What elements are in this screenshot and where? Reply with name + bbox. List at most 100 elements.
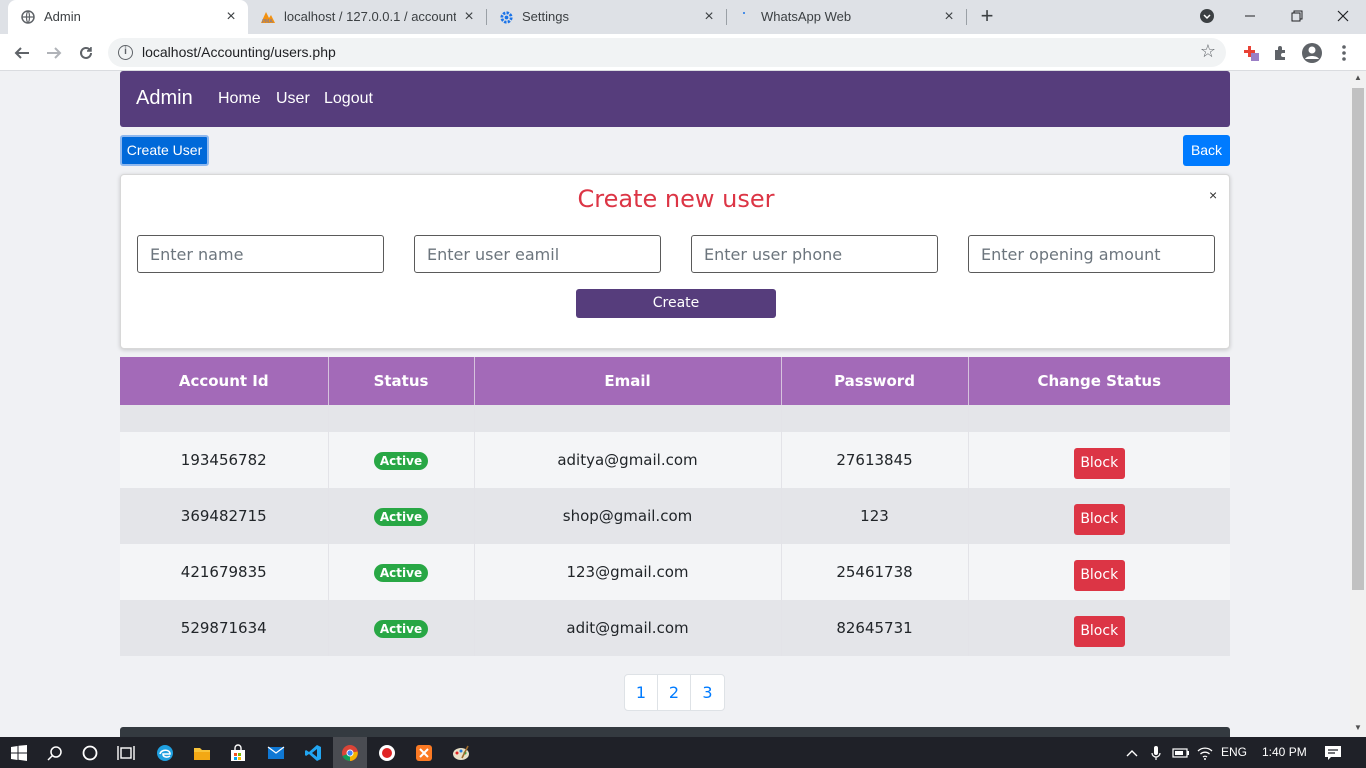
close-icon[interactable]: ×	[222, 8, 240, 26]
notifications-icon[interactable]	[1322, 742, 1344, 764]
tab-separator	[966, 9, 967, 25]
block-button[interactable]: Block	[1073, 447, 1125, 479]
windows-start-icon[interactable]	[8, 742, 30, 764]
password-cell: 82645731	[781, 600, 969, 656]
create-user-button[interactable]: Create User	[120, 135, 209, 166]
reload-icon[interactable]	[74, 41, 98, 65]
minimize-icon[interactable]	[1236, 4, 1264, 28]
paint-icon[interactable]	[450, 742, 472, 764]
scroll-up-arrow-icon[interactable]: ▲	[1354, 73, 1362, 82]
create-button[interactable]: Create	[576, 289, 776, 318]
table-header-row: Account Id Status Email Password Change …	[120, 357, 1230, 405]
email-cell: 123@gmail.com	[474, 544, 782, 600]
mail-icon[interactable]	[265, 742, 287, 764]
new-tab-button[interactable]: +	[976, 5, 998, 28]
tab-whatsapp[interactable]: WhatsApp Web ×	[726, 0, 966, 34]
close-icon[interactable]: ×	[700, 8, 718, 26]
password-cell: 123	[781, 488, 969, 544]
edge-browser-icon[interactable]	[154, 742, 176, 764]
nav-link-user[interactable]: User	[276, 90, 310, 108]
chevron-up-icon[interactable]	[1121, 742, 1143, 764]
status-badge: Active	[373, 619, 429, 638]
tab-settings[interactable]: Settings ×	[486, 0, 726, 34]
page-link-2[interactable]: 2	[658, 675, 691, 710]
puzzle-icon[interactable]	[1269, 42, 1291, 64]
scroll-down-arrow-icon[interactable]: ▼	[1354, 723, 1362, 732]
tab-search-icon[interactable]	[1193, 4, 1221, 28]
tab-title: Admin	[44, 9, 81, 24]
column-header-email: Email	[474, 357, 782, 405]
xampp-icon[interactable]	[413, 742, 435, 764]
close-window-icon[interactable]	[1329, 4, 1357, 28]
site-navbar: Admin Home User Logout	[120, 71, 1230, 127]
star-icon[interactable]: ☆	[1200, 41, 1216, 62]
close-icon[interactable]: ×	[1209, 187, 1217, 203]
profile-avatar-icon[interactable]	[1301, 42, 1323, 64]
status-cell: Active	[328, 488, 475, 544]
close-icon[interactable]: ×	[460, 8, 478, 26]
file-explorer-icon[interactable]	[191, 742, 213, 764]
change-status-cell: Block	[968, 488, 1230, 544]
status-cell: Active	[328, 600, 475, 656]
status-cell: Active	[328, 432, 475, 488]
windows-taskbar: ENG 1:40 PM	[0, 737, 1366, 768]
info-icon[interactable]: i	[118, 45, 133, 60]
column-header-account-id: Account Id	[120, 357, 329, 405]
gear-icon	[498, 9, 514, 25]
battery-icon[interactable]	[1170, 742, 1192, 764]
pagination: 1 2 3	[624, 674, 725, 711]
email-cell: shop@gmail.com	[474, 488, 782, 544]
page-scrollbar[interactable]: ▲ ▼	[1350, 71, 1366, 737]
email-input[interactable]	[414, 235, 661, 273]
loading-icon	[738, 9, 754, 25]
store-icon[interactable]	[227, 742, 249, 764]
table-row: 369482715 Active shop@gmail.com 123 Bloc…	[120, 488, 1230, 544]
vscode-icon[interactable]	[302, 742, 324, 764]
close-icon[interactable]: ×	[940, 8, 958, 26]
address-bar[interactable]: i localhost/Accounting/users.php ☆	[108, 38, 1226, 67]
table-row: 193456782 Active aditya@gmail.com 276138…	[120, 432, 1230, 488]
block-button[interactable]: Block	[1073, 559, 1125, 591]
password-cell: 25461738	[781, 544, 969, 600]
status-badge: Active	[373, 507, 429, 526]
phone-input[interactable]	[691, 235, 938, 273]
panel-title: Create new user	[577, 185, 775, 213]
search-icon[interactable]	[44, 742, 66, 764]
email-cell: adit@gmail.com	[474, 600, 782, 656]
back-arrow-icon[interactable]	[10, 41, 34, 65]
account-id-cell: 193456782	[120, 432, 329, 488]
users-table: Account Id Status Email Password Change …	[120, 357, 1230, 656]
clock[interactable]: 1:40 PM	[1262, 745, 1307, 759]
page-link-3[interactable]: 3	[691, 675, 724, 710]
restore-icon[interactable]	[1283, 4, 1311, 28]
opening-amount-input[interactable]	[968, 235, 1215, 273]
status-badge: Active	[373, 563, 429, 582]
scrollbar-thumb[interactable]	[1352, 88, 1364, 590]
account-id-cell: 421679835	[120, 544, 329, 600]
column-header-status: Status	[328, 357, 475, 405]
wifi-icon[interactable]	[1194, 742, 1216, 764]
task-view-icon[interactable]	[115, 742, 137, 764]
navbar-brand[interactable]: Admin	[136, 87, 193, 110]
status-badge: Active	[373, 451, 429, 470]
tab-title: Settings	[522, 9, 569, 24]
language-indicator[interactable]: ENG	[1221, 745, 1247, 759]
tab-phpmyadmin[interactable]: PMA localhost / 127.0.0.1 / accounting ×	[248, 0, 486, 34]
name-input[interactable]	[137, 235, 384, 273]
nav-link-home[interactable]: Home	[218, 90, 261, 108]
page-viewport: Admin Home User Logout Create User Back …	[0, 71, 1350, 737]
extension-icon[interactable]	[1240, 42, 1262, 64]
block-button[interactable]: Block	[1073, 503, 1125, 535]
nav-link-logout[interactable]: Logout	[324, 90, 373, 108]
record-icon[interactable]	[376, 742, 398, 764]
back-button[interactable]: Back	[1183, 135, 1230, 166]
cortana-icon[interactable]	[79, 742, 101, 764]
chrome-icon[interactable]	[333, 737, 367, 768]
microphone-icon[interactable]	[1145, 742, 1167, 764]
forward-arrow-icon[interactable]	[42, 41, 66, 65]
block-button[interactable]: Block	[1073, 615, 1125, 647]
browser-toolbar: i localhost/Accounting/users.php ☆	[0, 34, 1366, 71]
tab-admin[interactable]: Admin ×	[8, 0, 248, 34]
menu-kebab-icon[interactable]	[1333, 42, 1355, 64]
page-link-1[interactable]: 1	[625, 675, 658, 710]
